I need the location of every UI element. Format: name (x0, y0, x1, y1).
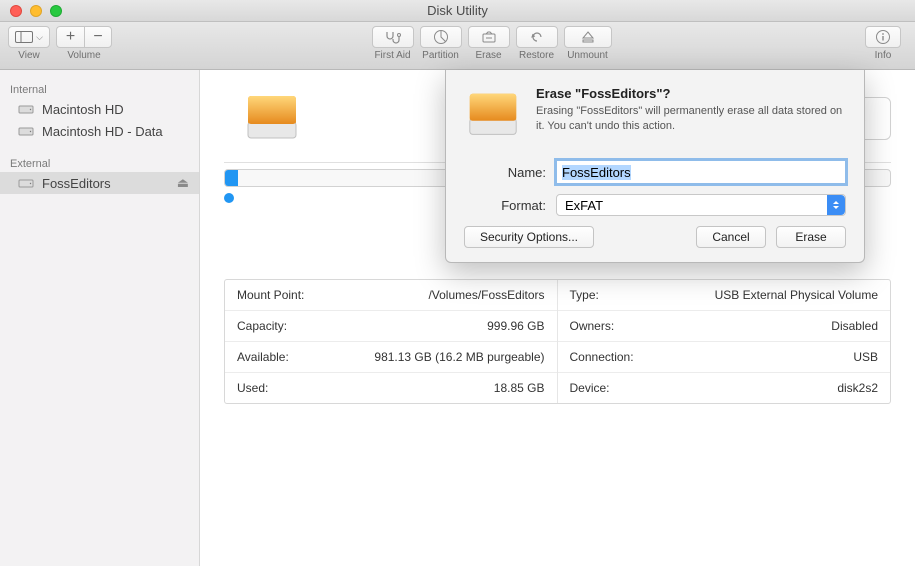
detail-row: Capacity: 999.96 GB (225, 311, 557, 342)
detail-key: Type: (570, 288, 599, 302)
info-button[interactable] (865, 26, 901, 48)
sidebar-item-label: Macintosh HD - Data (42, 124, 163, 139)
detail-value: USB External Physical Volume (715, 288, 878, 302)
erase-confirm-button[interactable]: Erase (776, 226, 846, 248)
detail-row: Used: 18.85 GB (225, 373, 557, 403)
sidebar-icon (15, 31, 33, 43)
format-field-label: Format: (464, 198, 556, 213)
eject-icon[interactable]: ⏏ (177, 175, 189, 191)
detail-key: Connection: (570, 350, 634, 364)
format-select[interactable]: ExFAT (556, 194, 846, 216)
detail-row: Device: disk2s2 (558, 373, 891, 403)
info-icon (875, 29, 891, 45)
sidebar-item-label: FossEditors (42, 176, 111, 191)
titlebar: Disk Utility (0, 0, 915, 22)
info-label: Info (875, 50, 892, 61)
hdd-icon (18, 101, 34, 117)
stethoscope-icon (384, 30, 402, 44)
dialog-message: Erasing "FossEditors" will permanently e… (536, 104, 846, 135)
security-options-button[interactable]: Security Options... (464, 226, 594, 248)
dialog-title: Erase "FossEditors"? (536, 86, 846, 101)
detail-row: Connection: USB (558, 342, 891, 373)
sidebar-item-macintosh-hd-data[interactable]: Macintosh HD - Data (0, 120, 199, 142)
eject-icon (581, 30, 595, 44)
partition-icon (433, 29, 449, 45)
detail-value: Disabled (831, 319, 878, 333)
name-field-label: Name: (464, 165, 556, 180)
cancel-button[interactable]: Cancel (696, 226, 766, 248)
detail-value: 999.96 GB (487, 319, 544, 333)
capacity-used-segment (225, 170, 238, 186)
details-table: Mount Point: /Volumes/FossEditors Capacit… (224, 279, 891, 404)
detail-value: USB (853, 350, 878, 364)
external-hdd-icon (18, 175, 34, 191)
detail-key: Mount Point: (237, 288, 304, 302)
partition-label: Partition (422, 50, 459, 61)
detail-value: 18.85 GB (494, 381, 545, 395)
sidebar: Internal Macintosh HD Macintosh HD - Dat… (0, 70, 200, 566)
firstaid-label: First Aid (374, 50, 410, 61)
view-label: View (18, 50, 40, 61)
minus-icon: − (93, 28, 102, 46)
hdd-icon (18, 123, 34, 139)
main-pane: 999.96 GB Mount Point: /Volumes/FossEdito… (200, 70, 915, 566)
name-input[interactable] (556, 160, 846, 184)
detail-row: Available: 981.13 GB (16.2 MB purgeable) (225, 342, 557, 373)
erase-label: Erase (475, 50, 501, 61)
detail-key: Available: (237, 350, 289, 364)
erase-icon (481, 30, 497, 44)
detail-row: Owners: Disabled (558, 311, 891, 342)
detail-key: Capacity: (237, 319, 287, 333)
volume-remove-button[interactable]: − (84, 26, 112, 48)
detail-key: Owners: (570, 319, 615, 333)
erase-dialog: Erase "FossEditors"? Erasing "FossEditor… (445, 70, 865, 263)
restore-icon (529, 30, 545, 44)
unmount-button[interactable] (564, 26, 612, 48)
status-dot (224, 193, 234, 203)
detail-key: Device: (570, 381, 610, 395)
restore-label: Restore (519, 50, 554, 61)
dialog-volume-icon (464, 86, 522, 144)
sidebar-item-label: Macintosh HD (42, 102, 124, 117)
restore-button[interactable] (516, 26, 558, 48)
volume-label: Volume (67, 50, 100, 61)
detail-key: Used: (237, 381, 268, 395)
partition-button[interactable] (420, 26, 462, 48)
detail-row: Type: USB External Physical Volume (558, 280, 891, 311)
view-button[interactable]: ⌵ (8, 26, 50, 48)
sidebar-item-fosseditors[interactable]: FossEditors ⏏ (0, 172, 199, 194)
format-select-value: ExFAT (565, 198, 603, 213)
window-title: Disk Utility (0, 3, 915, 18)
erase-button[interactable] (468, 26, 510, 48)
sidebar-item-macintosh-hd[interactable]: Macintosh HD (0, 98, 199, 120)
detail-value: /Volumes/FossEditors (428, 288, 544, 302)
toolbar: ⌵ View + − Volume First Aid Partition (0, 22, 915, 70)
volume-hero-icon (242, 88, 302, 148)
detail-value: 981.13 GB (16.2 MB purgeable) (374, 350, 544, 364)
sidebar-header-internal: Internal (0, 80, 199, 98)
unmount-label: Unmount (567, 50, 608, 61)
sidebar-header-external: External (0, 154, 199, 172)
plus-icon: + (66, 28, 75, 46)
detail-value: disk2s2 (837, 381, 878, 395)
volume-add-button[interactable]: + (56, 26, 84, 48)
detail-row: Mount Point: /Volumes/FossEditors (225, 280, 557, 311)
firstaid-button[interactable] (372, 26, 414, 48)
chevron-updown-icon (827, 195, 845, 215)
